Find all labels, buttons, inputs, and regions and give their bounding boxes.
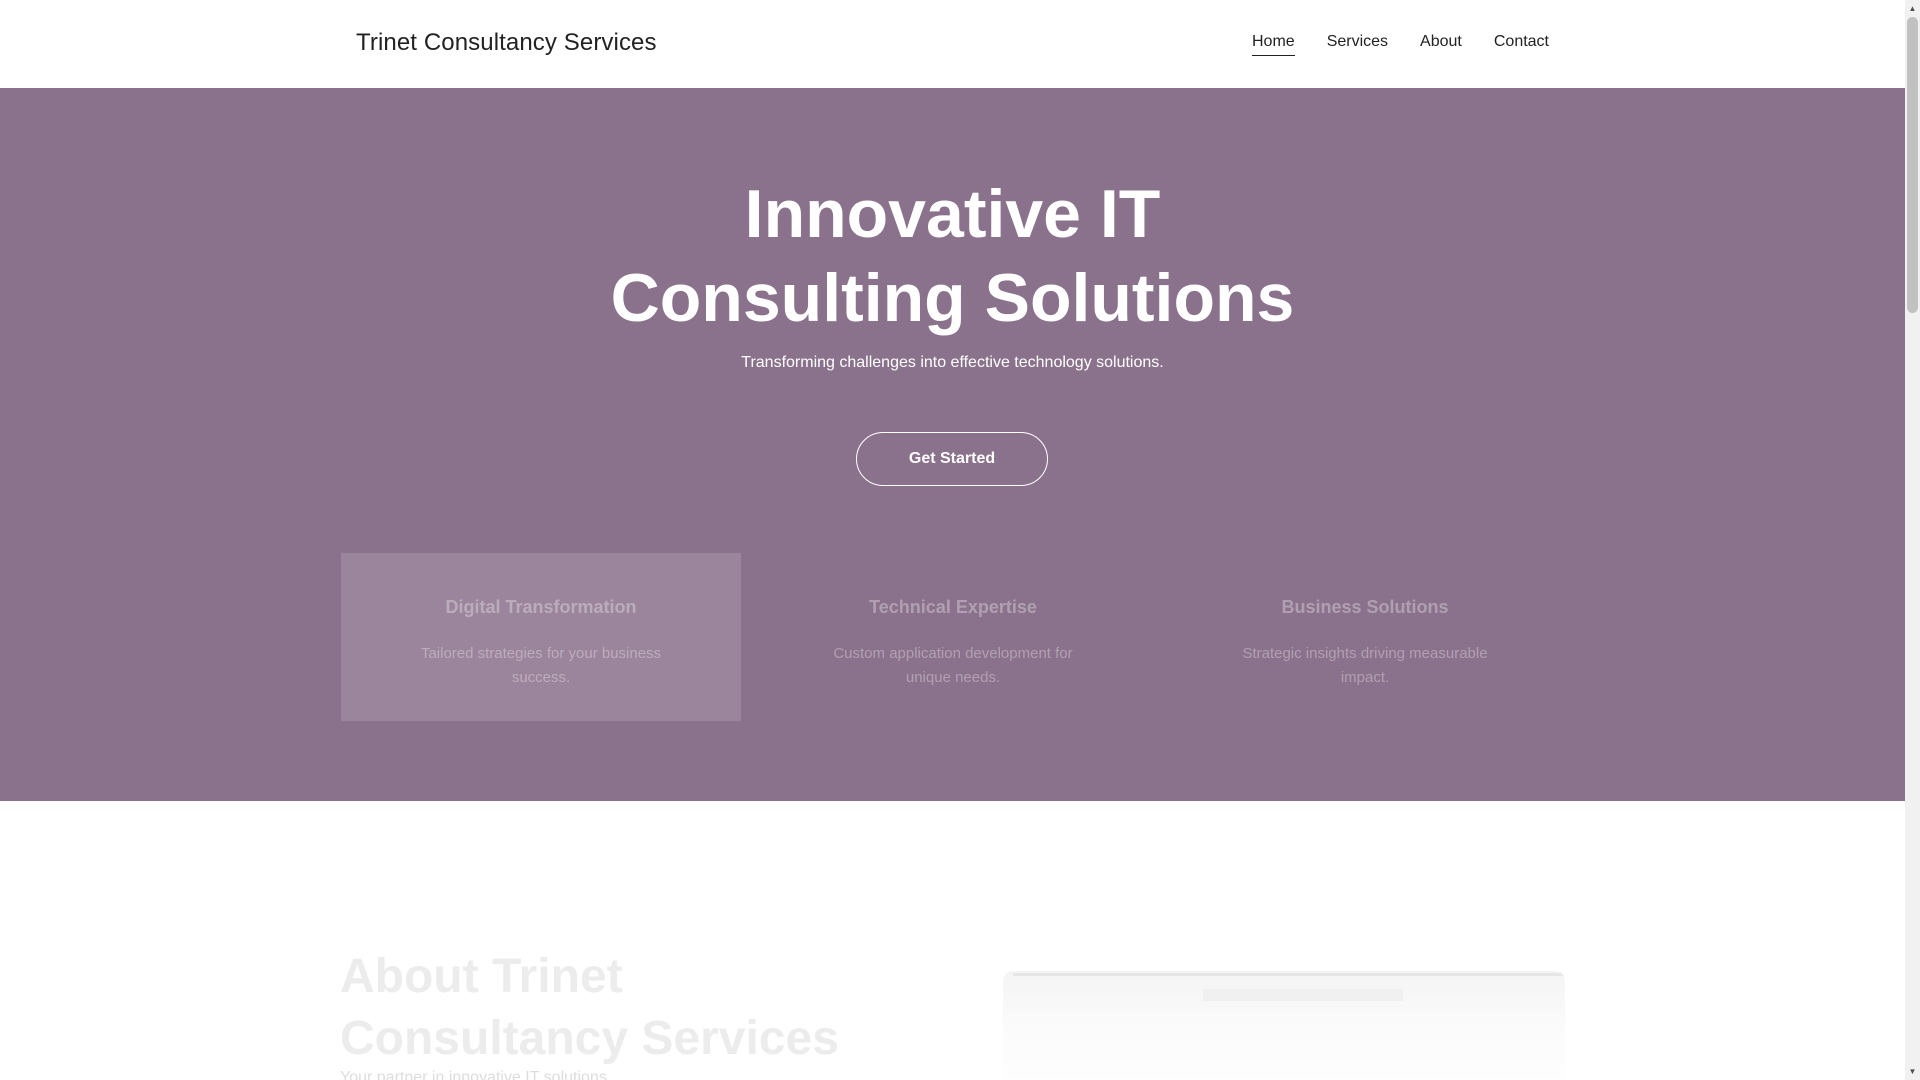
page-scrollbar[interactable]: ▲ ▼ <box>1905 0 1920 1080</box>
feature-text: Strategic insights driving measurable im… <box>1242 645 1488 686</box>
nav-home-link[interactable]: Home <box>1252 33 1295 56</box>
about-image <box>1003 971 1565 1080</box>
get-started-button[interactable]: Get Started <box>856 432 1048 486</box>
about-tagline: Your partner in innovative IT solutions. <box>340 1069 612 1080</box>
feature-text: Tailored strategies for your business su… <box>420 645 662 686</box>
image-detail <box>1203 989 1403 1001</box>
brand-name[interactable]: Trinet Consultancy Services <box>356 29 657 57</box>
scrollbar-thumb[interactable] <box>1907 17 1918 313</box>
scroll-up-arrow-icon[interactable]: ▲ <box>1905 0 1920 17</box>
hero-title: Innovative IT Consulting Solutions <box>610 176 1295 336</box>
nav-services-link[interactable]: Services <box>1327 33 1388 56</box>
main-nav: Home Services About Contact <box>1252 33 1549 56</box>
feature-card-technical-expertise[interactable]: Technical Expertise Custom application d… <box>753 553 1153 721</box>
hero-subtitle: Transforming challenges into effective t… <box>741 354 1164 371</box>
scroll-down-arrow-icon[interactable]: ▼ <box>1905 1063 1920 1080</box>
hero-section: Innovative IT Consulting Solutions Trans… <box>0 88 1905 801</box>
about-section: About Trinet Consultancy Services Your p… <box>0 801 1905 1080</box>
about-title: About Trinet Consultancy Services <box>340 950 839 1065</box>
image-detail <box>1013 973 1565 976</box>
feature-card-digital-transformation[interactable]: Digital Transformation Tailored strategi… <box>341 553 741 721</box>
feature-title: Digital Transformation <box>445 597 637 617</box>
feature-cards: Digital Transformation Tailored strategi… <box>341 553 1565 721</box>
site-header: Trinet Consultancy Services Home Service… <box>0 0 1905 88</box>
nav-contact-link[interactable]: Contact <box>1494 33 1549 56</box>
page: Trinet Consultancy Services Home Service… <box>0 0 1905 1080</box>
feature-text: Custom application development for uniqu… <box>833 645 1073 686</box>
feature-card-business-solutions[interactable]: Business Solutions Strategic insights dr… <box>1165 553 1565 721</box>
feature-title: Technical Expertise <box>869 597 1037 617</box>
nav-about-link[interactable]: About <box>1420 33 1462 56</box>
feature-title: Business Solutions <box>1281 597 1449 617</box>
